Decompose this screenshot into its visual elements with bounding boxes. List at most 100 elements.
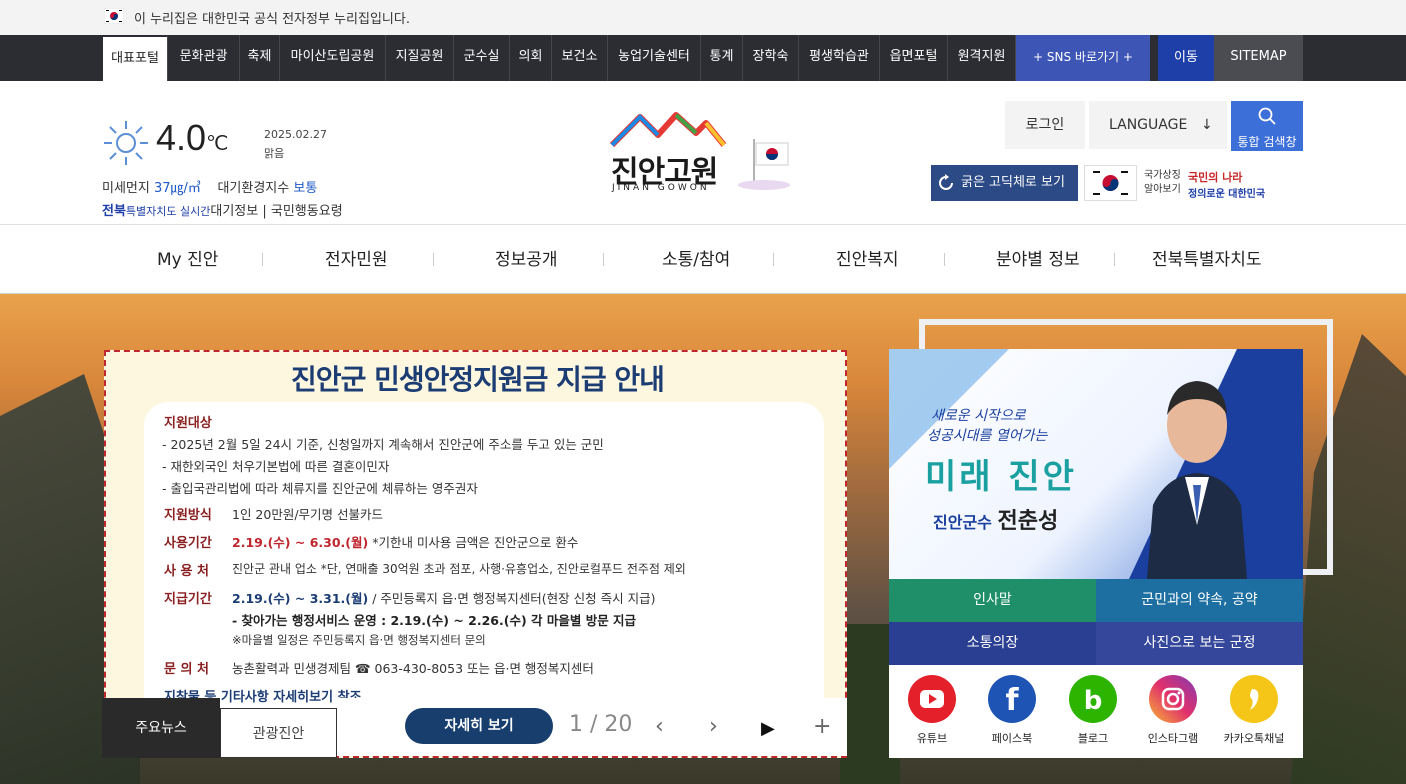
play-icon[interactable]: ▶ [761, 718, 775, 739]
mayor-slogan-main: 미래 진안 [925, 457, 1077, 497]
plus-icon[interactable]: + [813, 714, 831, 739]
next-slide-icon[interactable]: › [709, 714, 718, 739]
section-label: 지원대상 [164, 416, 212, 431]
photo-admin-button[interactable]: 사진으로 보는 군정 [1096, 622, 1303, 665]
topnav-item-stats[interactable]: 통계 [701, 35, 743, 81]
prev-slide-icon[interactable]: ‹ [655, 714, 664, 739]
topnav-item-maisan[interactable]: 마이산도립공원 [280, 35, 386, 81]
popup-line: 진안군 관내 업소 *단, 연매출 30억원 초과 점포, 사행·유흥업소, 진… [232, 562, 686, 576]
topnav-item-culture[interactable]: 문화관광 [168, 35, 240, 81]
sns-youtube[interactable]: 유튜브 [891, 675, 973, 746]
greeting-button[interactable]: 인사말 [889, 579, 1096, 622]
nav-divider [944, 253, 945, 266]
instagram-icon [1149, 675, 1197, 723]
popup-line: ※마을별 일정은 주민등록지 읍·면 행정복지센터 문의 [232, 633, 486, 647]
tab-tour-jinan[interactable]: 관광진안 [220, 708, 337, 758]
section-label: 문 의 처 [164, 662, 209, 677]
mayor-slogan: 성공시대를 열어가는 [927, 428, 1048, 444]
integrated-search-button[interactable]: 통합 검색창 [1231, 101, 1303, 151]
communication-button[interactable]: 소통의장 [889, 622, 1096, 665]
slide-pager: 1 / 20 [569, 712, 633, 737]
nav-divider [773, 253, 774, 266]
main-nav: My 진안 전자민원 정보공개 소통/참여 진안복지 분야별 정보 전북특별자치… [0, 224, 1406, 294]
section-label: 사 용 처 [164, 564, 209, 579]
topnav-item-health[interactable]: 보건소 [552, 35, 608, 81]
popup-line: 2.19.(수) ~ 6.30.(월) *기한내 미사용 금액은 진안군으로 환… [232, 535, 579, 550]
popup-line: - 재한외국인 처우기본법에 따른 결혼이민자 [162, 459, 390, 474]
sns-links: 유튜브 f 페이스북 b 블로그 인스타그램 카카오톡채널 [889, 665, 1303, 758]
taegukgi-icon [1093, 171, 1128, 195]
search-icon [1258, 107, 1276, 125]
popup-title: 진안군 민생안정지원금 지급 안내 [291, 363, 665, 396]
pledge-button[interactable]: 군민과의 약속, 공약 [1096, 579, 1303, 622]
nav-divider [433, 253, 434, 266]
topnav-item-portal[interactable]: 대표포털 [103, 35, 168, 81]
logo-subtitle: JINAN GOWON [612, 183, 710, 193]
language-select[interactable]: LANGUAGE ↓ [1089, 101, 1227, 149]
topnav-item-mayor-office[interactable]: 군수실 [454, 35, 510, 81]
facebook-icon: f [988, 675, 1036, 723]
nav-divider [1114, 253, 1115, 266]
topnav-item-agri[interactable]: 농업기술센터 [608, 35, 701, 81]
sns-shortcut-button[interactable]: + SNS 바로가기 + [1016, 35, 1150, 81]
notice-popup-slide[interactable]: 진안군 민생안정지원금 지급 안내 지원대상 - 2025년 2월 5일 24시… [104, 350, 847, 758]
national-slogan-logo[interactable]: 국민의 나라 정의로운 대한민국 [1188, 169, 1265, 200]
topnav-item-festival[interactable]: 축제 [240, 35, 280, 81]
civil-guide-link[interactable]: 국민행동요령 [271, 204, 343, 219]
topnav-item-town[interactable]: 읍면포털 [880, 35, 948, 81]
mainnav-info[interactable]: 정보공개 [495, 245, 558, 270]
youtube-icon [908, 675, 956, 723]
jeonbuk-air-info-link[interactable]: 전북특별자치도 실시간대기정보 | 국민행동요령 [102, 200, 343, 219]
mainnav-jeonbuk[interactable]: 전북특별자치도 [1152, 245, 1261, 270]
weather-date: 2025.02.27 [264, 128, 327, 141]
mountain-logo-icon [610, 112, 726, 147]
mayor-slogan: 새로운 시작으로 [931, 408, 1026, 424]
svg-text:f: f [1005, 683, 1019, 718]
mayor-banner[interactable]: 새로운 시작으로 성공시대를 열어가는 미래 진안 진안군수 전춘성 [889, 349, 1303, 579]
national-symbol-link[interactable]: 국가상징 알아보기 [1144, 169, 1181, 197]
topnav-item-learning[interactable]: 평생학습관 [799, 35, 880, 81]
blog-icon: b [1069, 675, 1117, 723]
national-flag-link[interactable] [1084, 165, 1137, 201]
popup-line: - 찾아가는 행정서비스 운영 : 2.19.(수) ~ 2.26.(수) 각 … [232, 613, 637, 628]
view-detail-button[interactable]: 자세히 보기 [405, 708, 553, 744]
air-quality: 미세먼지 37㎍/㎥ 대기환경지수 보통 [102, 181, 318, 196]
mainnav-participation[interactable]: 소통/참여 [662, 245, 730, 270]
mainnav-my-jinan[interactable]: My 진안 [157, 245, 218, 270]
move-button[interactable]: 이동 [1158, 35, 1214, 81]
popup-line: 2.19.(수) ~ 3.31.(월) / 주민등록지 읍·면 행정복지센터(현… [232, 591, 656, 606]
section-label: 지급기간 [164, 592, 212, 607]
login-button[interactable]: 로그인 [1005, 101, 1085, 149]
mayor-name: 진안군수 전춘성 [933, 509, 1059, 534]
temperature: 4.0℃ [156, 117, 229, 158]
topnav-item-remote[interactable]: 원격지원 [948, 35, 1016, 81]
nav-divider [603, 253, 604, 266]
tab-main-news[interactable]: 주요뉴스 [102, 698, 220, 758]
mainnav-welfare[interactable]: 진안복지 [836, 245, 899, 270]
korea-flag-icon [104, 8, 124, 24]
gov-banner-text: 이 누리집은 대한민국 공식 전자정부 누리집입니다. [134, 12, 410, 27]
kakao-icon [1230, 675, 1278, 723]
sns-kakao[interactable]: 카카오톡채널 [1213, 675, 1295, 746]
sns-facebook[interactable]: f 페이스북 [971, 675, 1053, 746]
topnav-item-scholarship[interactable]: 장학숙 [743, 35, 799, 81]
weather-state: 맑음 [264, 147, 285, 160]
refresh-icon [939, 174, 953, 190]
section-label: 사용기간 [164, 536, 212, 551]
mayor-photo [1147, 381, 1247, 579]
header: 4.0℃ 2025.02.27 맑음 미세먼지 37㎍/㎥ 대기환경지수 보통 … [0, 81, 1406, 224]
topnav-item-council[interactable]: 의회 [510, 35, 552, 81]
site-logo[interactable]: 진안고원 JINAN GOWON [606, 111, 796, 193]
nav-divider [262, 253, 263, 266]
slider-controls: 자세히 보기 1 / 20 ‹ › ▶ + [337, 698, 847, 756]
bold-font-toggle[interactable]: 굵은 고딕체로 보기 [931, 165, 1078, 201]
top-site-nav: 대표포털 문화관광 축제 마이산도립공원 지질공원 군수실 의회 보건소 농업기… [0, 35, 1406, 81]
sitemap-button[interactable]: SITEMAP [1214, 35, 1303, 81]
mainnav-field-info[interactable]: 분야별 정보 [996, 245, 1080, 270]
section-label: 지원방식 [164, 508, 212, 523]
sns-instagram[interactable]: 인스타그램 [1132, 675, 1214, 746]
topnav-item-geopark[interactable]: 지질공원 [386, 35, 454, 81]
sns-blog[interactable]: b 블로그 [1052, 675, 1134, 746]
popup-line: - 2025년 2월 5일 24시 기준, 신청일까지 계속해서 진안군에 주소… [162, 437, 604, 452]
mainnav-civil[interactable]: 전자민원 [325, 245, 388, 270]
